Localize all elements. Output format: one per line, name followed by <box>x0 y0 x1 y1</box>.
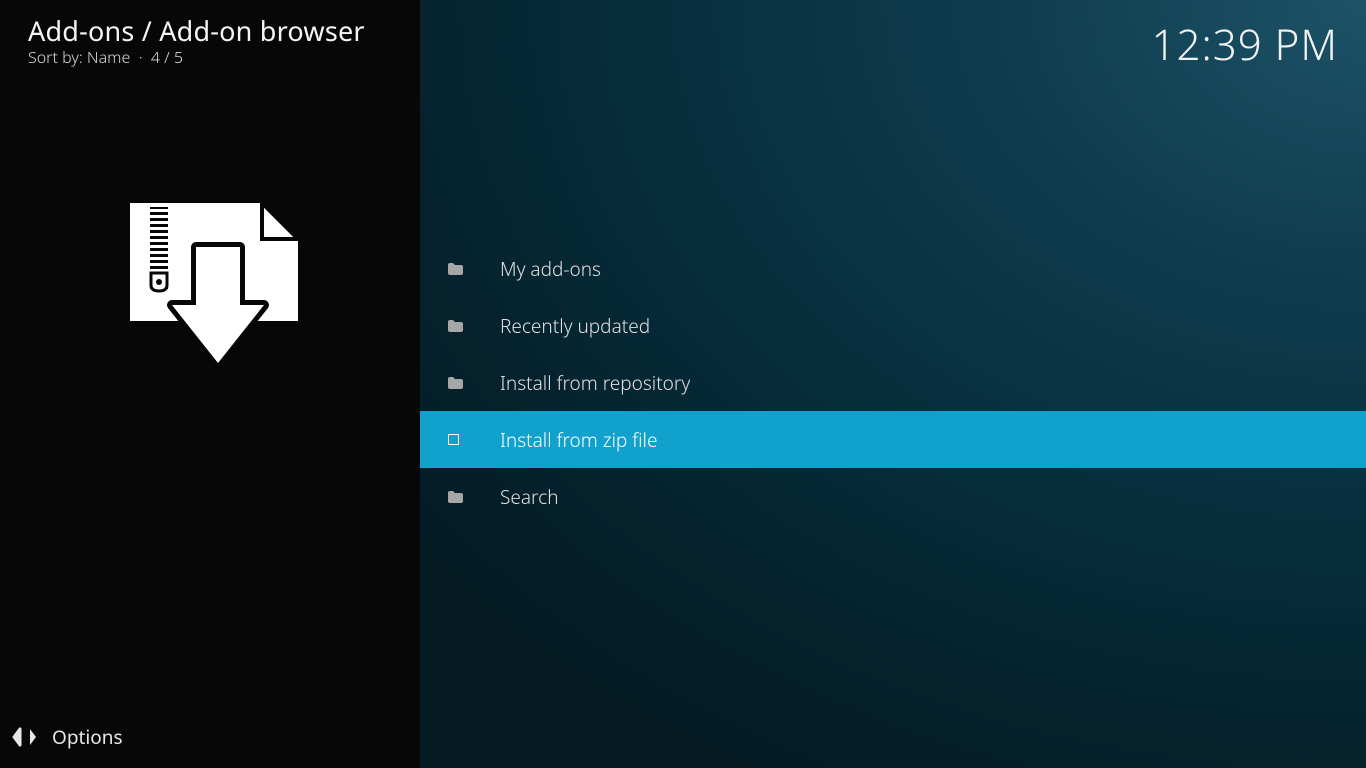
menu-item-label: My add-ons <box>500 256 601 282</box>
options-button[interactable]: Options <box>12 724 123 750</box>
left-panel: Add-ons / Add-on browser Sort by: Name ·… <box>0 0 420 768</box>
breadcrumb: Add-ons / Add-on browser <box>28 12 365 49</box>
folder-icon <box>448 263 500 275</box>
install-from-zip-icon <box>124 195 304 375</box>
list-position: 4 / 5 <box>151 46 183 68</box>
menu-item-label: Install from zip file <box>500 427 657 453</box>
menu-item-recently-updated[interactable]: Recently updated <box>420 297 1366 354</box>
menu-item-search[interactable]: Search <box>420 468 1366 525</box>
options-arrows-icon <box>12 727 38 747</box>
menu-item-label: Search <box>500 484 559 510</box>
folder-icon <box>448 491 500 503</box>
sort-label: Sort by: Name <box>28 46 130 68</box>
menu-item-install-from-repository[interactable]: Install from repository <box>420 354 1366 411</box>
menu-item-my-addons[interactable]: My add-ons <box>420 240 1366 297</box>
folder-icon <box>448 320 500 332</box>
sort-info: Sort by: Name · 4 / 5 <box>28 46 183 68</box>
menu-item-install-from-zip-file[interactable]: Install from zip file <box>420 411 1366 468</box>
zip-file-icon <box>448 434 500 445</box>
menu-item-label: Recently updated <box>500 313 650 339</box>
folder-icon <box>448 377 500 389</box>
separator: · <box>139 46 143 68</box>
right-panel: 12:39 PM My add-ons Recently updated Ins… <box>420 0 1366 768</box>
menu-item-label: Install from repository <box>500 370 690 396</box>
options-label: Options <box>52 724 123 750</box>
menu-list: My add-ons Recently updated Install from… <box>420 240 1366 525</box>
clock: 12:39 PM <box>1152 16 1338 73</box>
